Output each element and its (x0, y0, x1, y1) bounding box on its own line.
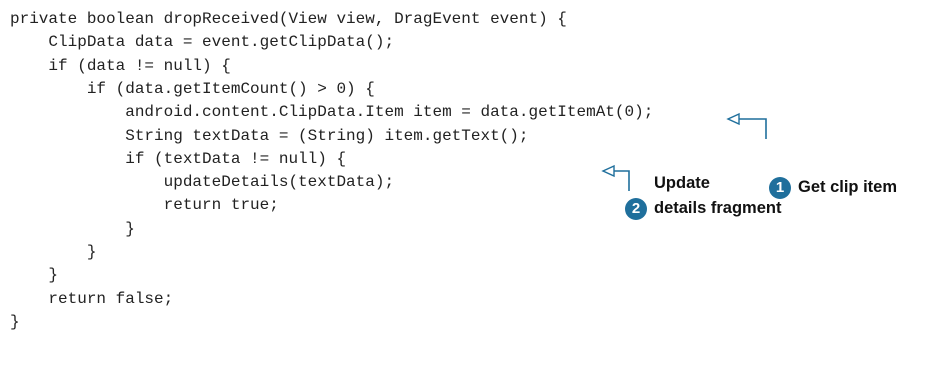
arrow-icon (601, 164, 630, 191)
code-line: } (10, 219, 135, 238)
callout-text-2-line2: details fragment (654, 199, 782, 217)
code-line: private boolean dropReceived(View view, … (10, 10, 567, 28)
code-line: } (10, 312, 20, 331)
code-line: if (data.getItemCount() > 0) { (10, 79, 375, 98)
code-line: if (textData != null) { (10, 149, 347, 168)
callout-badge-2: 2 (625, 198, 647, 220)
callout-text-1: Get clip item (798, 178, 898, 196)
code-listing: private boolean dropReceived(View view, … (0, 0, 931, 370)
code-line: ClipData data = event.getClipData(); (10, 33, 395, 52)
code-line: updateDetails(textData); (10, 173, 395, 192)
code-line: return false; (10, 289, 174, 308)
code-line: return true; (10, 196, 279, 215)
code-line: String textData = (String) item.getText(… (10, 126, 529, 145)
arrow-icon (726, 112, 767, 139)
code-line: } (10, 243, 97, 261)
code-line: android.content.ClipData.Item item = dat… (10, 103, 654, 122)
callout-badge-1: 1 (769, 177, 791, 199)
code-line: if (data != null) { (10, 56, 231, 75)
code-line: } (10, 266, 59, 285)
callout-text-2-line1: Update (654, 174, 710, 192)
